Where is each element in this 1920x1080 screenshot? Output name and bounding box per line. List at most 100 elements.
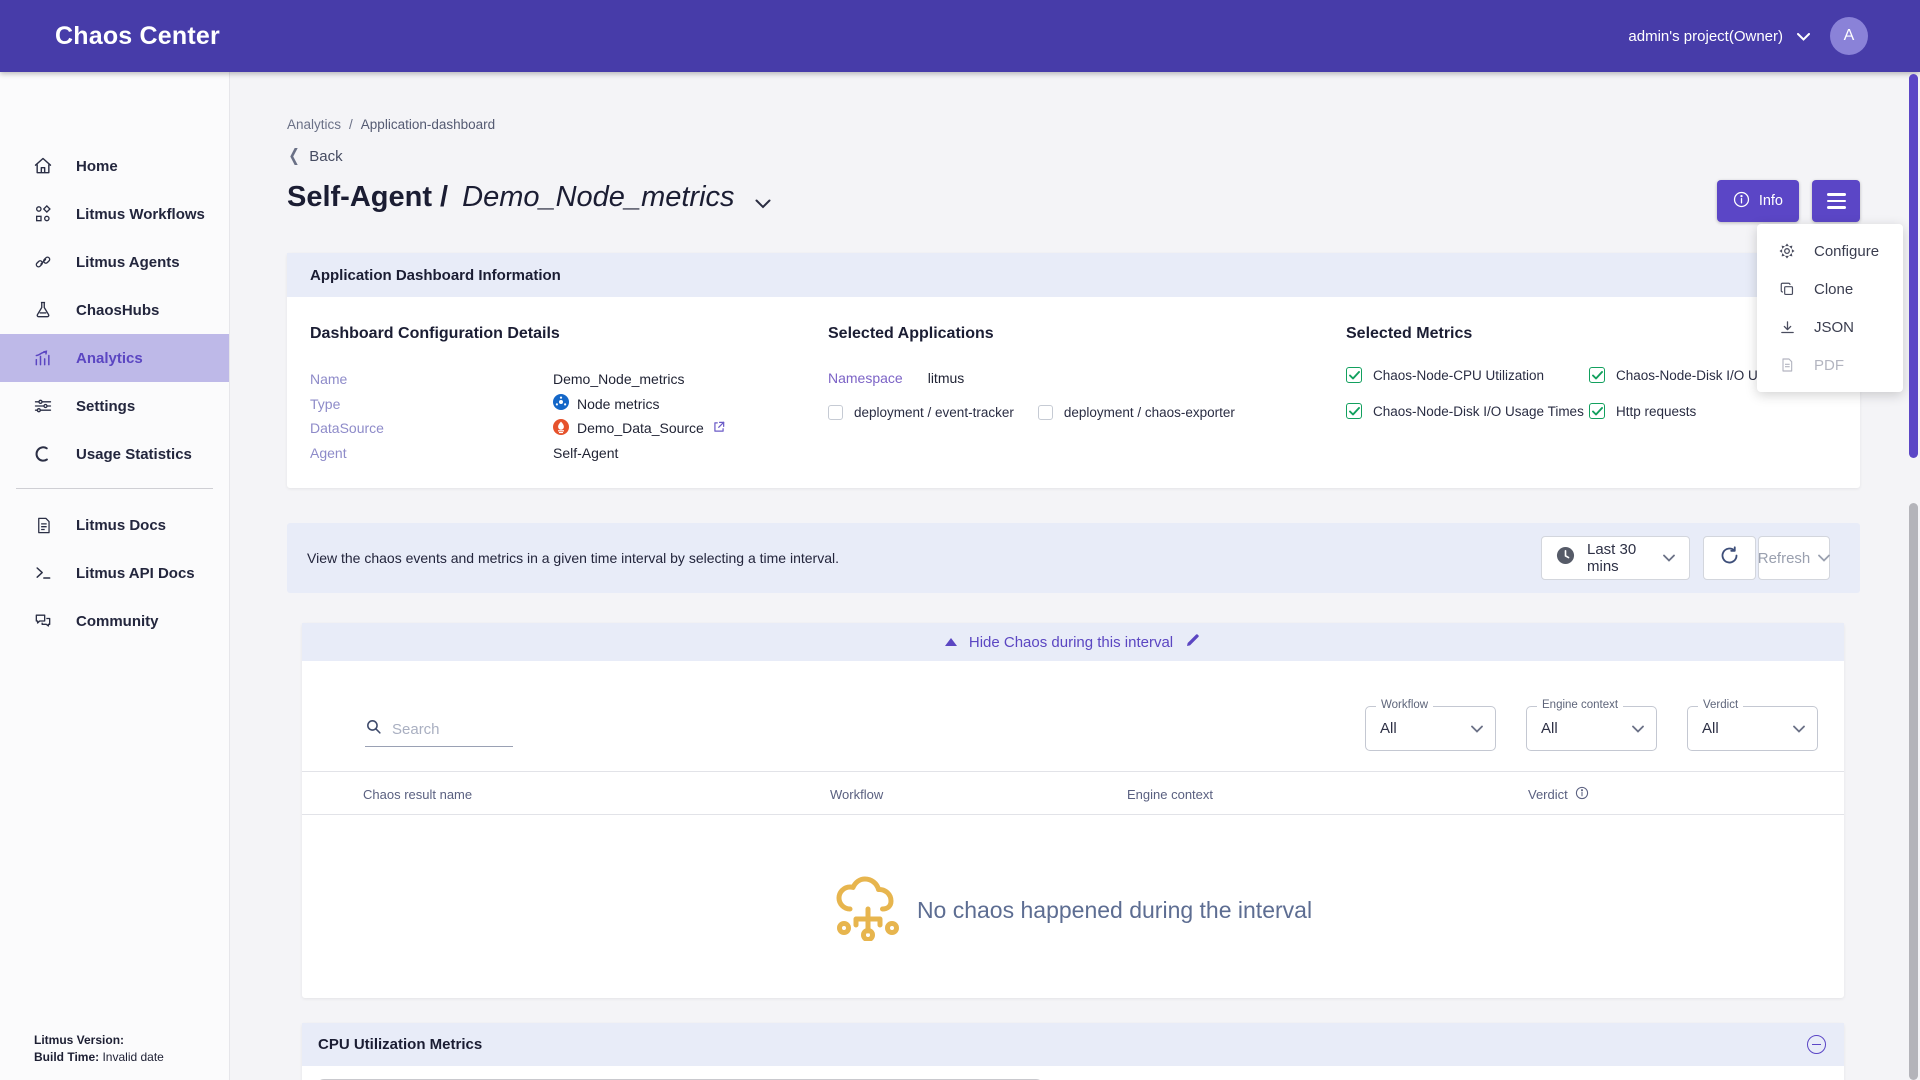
sidebar-item-community[interactable]: Community <box>0 597 229 645</box>
sidebar-divider <box>16 488 213 489</box>
dashboard-actions-menu: Configure Clone JSON PDF <box>1757 224 1903 392</box>
sidebar-item-litmus-api-docs[interactable]: Litmus API Docs <box>0 549 229 597</box>
info-card-title: Application Dashboard Information <box>310 267 561 284</box>
sidebar-item-usage-statistics[interactable]: Usage Statistics <box>0 430 229 478</box>
search-field[interactable] <box>365 718 513 747</box>
chevron-down-icon <box>1471 720 1483 738</box>
search-icon <box>365 718 382 740</box>
menu-item-label: Configure <box>1814 243 1879 260</box>
home-icon <box>32 155 54 177</box>
external-link-icon[interactable] <box>712 420 726 437</box>
sidebar-item-litmus-docs[interactable]: Litmus Docs <box>0 501 229 549</box>
scrollbar-track-lower[interactable] <box>1909 503 1918 1080</box>
back-button[interactable]: ❮ Back <box>287 146 357 166</box>
metric-checkbox-label: Http requests <box>1616 404 1696 419</box>
menu-item-label: JSON <box>1814 319 1854 336</box>
sidebar-item-analytics[interactable]: Analytics <box>0 334 229 382</box>
info-button[interactable]: Info <box>1717 180 1799 222</box>
menu-item-label: PDF <box>1814 357 1844 374</box>
chevron-left-icon: ❮ <box>288 146 299 166</box>
chaos-events-card: Hide Chaos during this interval Workflow… <box>302 623 1844 998</box>
avatar-letter: A <box>1844 27 1855 45</box>
column-verdict: Verdict <box>1528 772 1589 816</box>
menu-item-pdf[interactable]: PDF <box>1757 346 1903 384</box>
project-label: admin's project(Owner) <box>1628 28 1783 45</box>
sidebar-item-label: Litmus API Docs <box>76 565 195 582</box>
back-label: Back <box>309 148 342 165</box>
workflow-filter-select[interactable]: Workflow All <box>1365 706 1496 751</box>
litmus-version-label: Litmus Version: <box>34 1033 124 1047</box>
refresh-icon <box>1719 545 1740 571</box>
column-chaos-result-name: Chaos result name <box>363 772 472 816</box>
menu-item-configure[interactable]: Configure <box>1757 232 1903 270</box>
page-title: Self-Agent / Demo_Node_metrics <box>287 178 771 217</box>
config-value: Node metrics <box>577 396 659 412</box>
project-switcher[interactable]: admin's project(Owner) <box>1628 28 1810 45</box>
table-header-row: Chaos result name Workflow Engine contex… <box>302 771 1844 815</box>
app-title: Chaos Center <box>55 22 220 51</box>
collapse-minus-icon[interactable] <box>1807 1035 1826 1054</box>
application-checkbox-event-tracker[interactable]: deployment / event-tracker <box>828 405 1014 420</box>
breadcrumb-analytics[interactable]: Analytics <box>287 117 341 132</box>
verdict-filter-select[interactable]: Verdict All <box>1687 706 1818 751</box>
config-row-datasource: DataSource Demo_Data_Source <box>310 416 828 441</box>
metric-checkbox-cpu-utilization[interactable]: Chaos-Node-CPU Utilization <box>1346 367 1589 383</box>
flask-icon <box>32 299 54 321</box>
time-range-value: Last 30 mins <box>1587 541 1651 575</box>
collapse-up-icon <box>945 638 957 646</box>
hide-chaos-toggle[interactable]: Hide Chaos during this interval <box>302 623 1844 661</box>
search-input[interactable] <box>392 721 502 738</box>
sidebar-item-settings[interactable]: Settings <box>0 382 229 430</box>
namespace-label: Namespace <box>828 370 903 386</box>
title-chevron-down-icon[interactable] <box>755 184 771 217</box>
empty-state: No chaos happened during the interval <box>302 815 1844 1005</box>
config-row-agent: Agent Self-Agent <box>310 441 828 466</box>
scrollbar-thumb[interactable] <box>1909 74 1918 458</box>
cpu-utilization-metrics-card: CPU Utilization Metrics <box>302 1023 1844 1080</box>
empty-state-message: No chaos happened during the interval <box>917 897 1312 924</box>
checkbox-unchecked-icon <box>828 405 843 420</box>
sidebar-item-home[interactable]: Home <box>0 142 229 190</box>
info-card-header: Application Dashboard Information <box>287 253 1860 297</box>
breadcrumb: Analytics / Application-dashboard <box>287 117 1860 132</box>
config-value: Self-Agent <box>553 445 618 461</box>
application-dashboard-information-card: Application Dashboard Information Dashbo… <box>287 253 1860 488</box>
metric-checkbox-disk-io-times[interactable]: Chaos-Node-Disk I/O Usage Times <box>1346 403 1589 419</box>
refresh-now-button[interactable] <box>1703 536 1756 580</box>
selected-applications: Selected Applications Namespace litmus d… <box>828 325 1346 465</box>
refresh-rate-selector[interactable]: Refresh <box>1758 536 1830 580</box>
config-label: Type <box>310 396 553 412</box>
sidebar-item-label: Home <box>76 158 118 175</box>
sidebar-item-chaoshubs[interactable]: ChaosHubs <box>0 286 229 334</box>
verdict-info-icon[interactable] <box>1575 786 1589 803</box>
chevron-down-icon <box>1632 720 1644 738</box>
time-range-selector[interactable]: Last 30 mins <box>1541 536 1690 580</box>
breadcrumb-application-dashboard[interactable]: Application-dashboard <box>361 117 495 132</box>
checkbox-checked-icon <box>1589 403 1605 419</box>
verdict-filter-label: Verdict <box>1698 699 1743 711</box>
sidebar-item-litmus-agents[interactable]: Litmus Agents <box>0 238 229 286</box>
sidebar: Home Litmus Workflows Litmus Agents Chao… <box>0 72 230 1080</box>
application-checkbox-chaos-exporter[interactable]: deployment / chaos-exporter <box>1038 405 1235 420</box>
metric-checkbox-label: Chaos-Node-CPU Utilization <box>1373 368 1544 383</box>
metric-checkbox-http-requests[interactable]: Http requests <box>1589 403 1860 419</box>
terminal-icon <box>32 562 54 584</box>
checkbox-checked-icon <box>1346 403 1362 419</box>
workflow-filter-label: Workflow <box>1376 699 1433 711</box>
hamburger-icon <box>1827 193 1846 209</box>
info-button-label: Info <box>1759 193 1783 209</box>
menu-item-json[interactable]: JSON <box>1757 308 1903 346</box>
info-icon <box>1733 191 1750 212</box>
edit-pencil-icon[interactable] <box>1185 632 1201 652</box>
dashboard-menu-button[interactable] <box>1812 180 1860 222</box>
engine-context-filter-select[interactable]: Engine context All <box>1526 706 1657 751</box>
sidebar-item-label: Litmus Docs <box>76 517 166 534</box>
download-icon <box>1778 319 1796 336</box>
breadcrumb-separator: / <box>349 117 353 132</box>
hide-chaos-label: Hide Chaos during this interval <box>969 634 1173 651</box>
selected-applications-title: Selected Applications <box>828 325 1346 343</box>
page-title-agent: Self-Agent / <box>287 181 448 214</box>
avatar[interactable]: A <box>1830 17 1868 55</box>
sidebar-item-litmus-workflows[interactable]: Litmus Workflows <box>0 190 229 238</box>
menu-item-clone[interactable]: Clone <box>1757 270 1903 308</box>
